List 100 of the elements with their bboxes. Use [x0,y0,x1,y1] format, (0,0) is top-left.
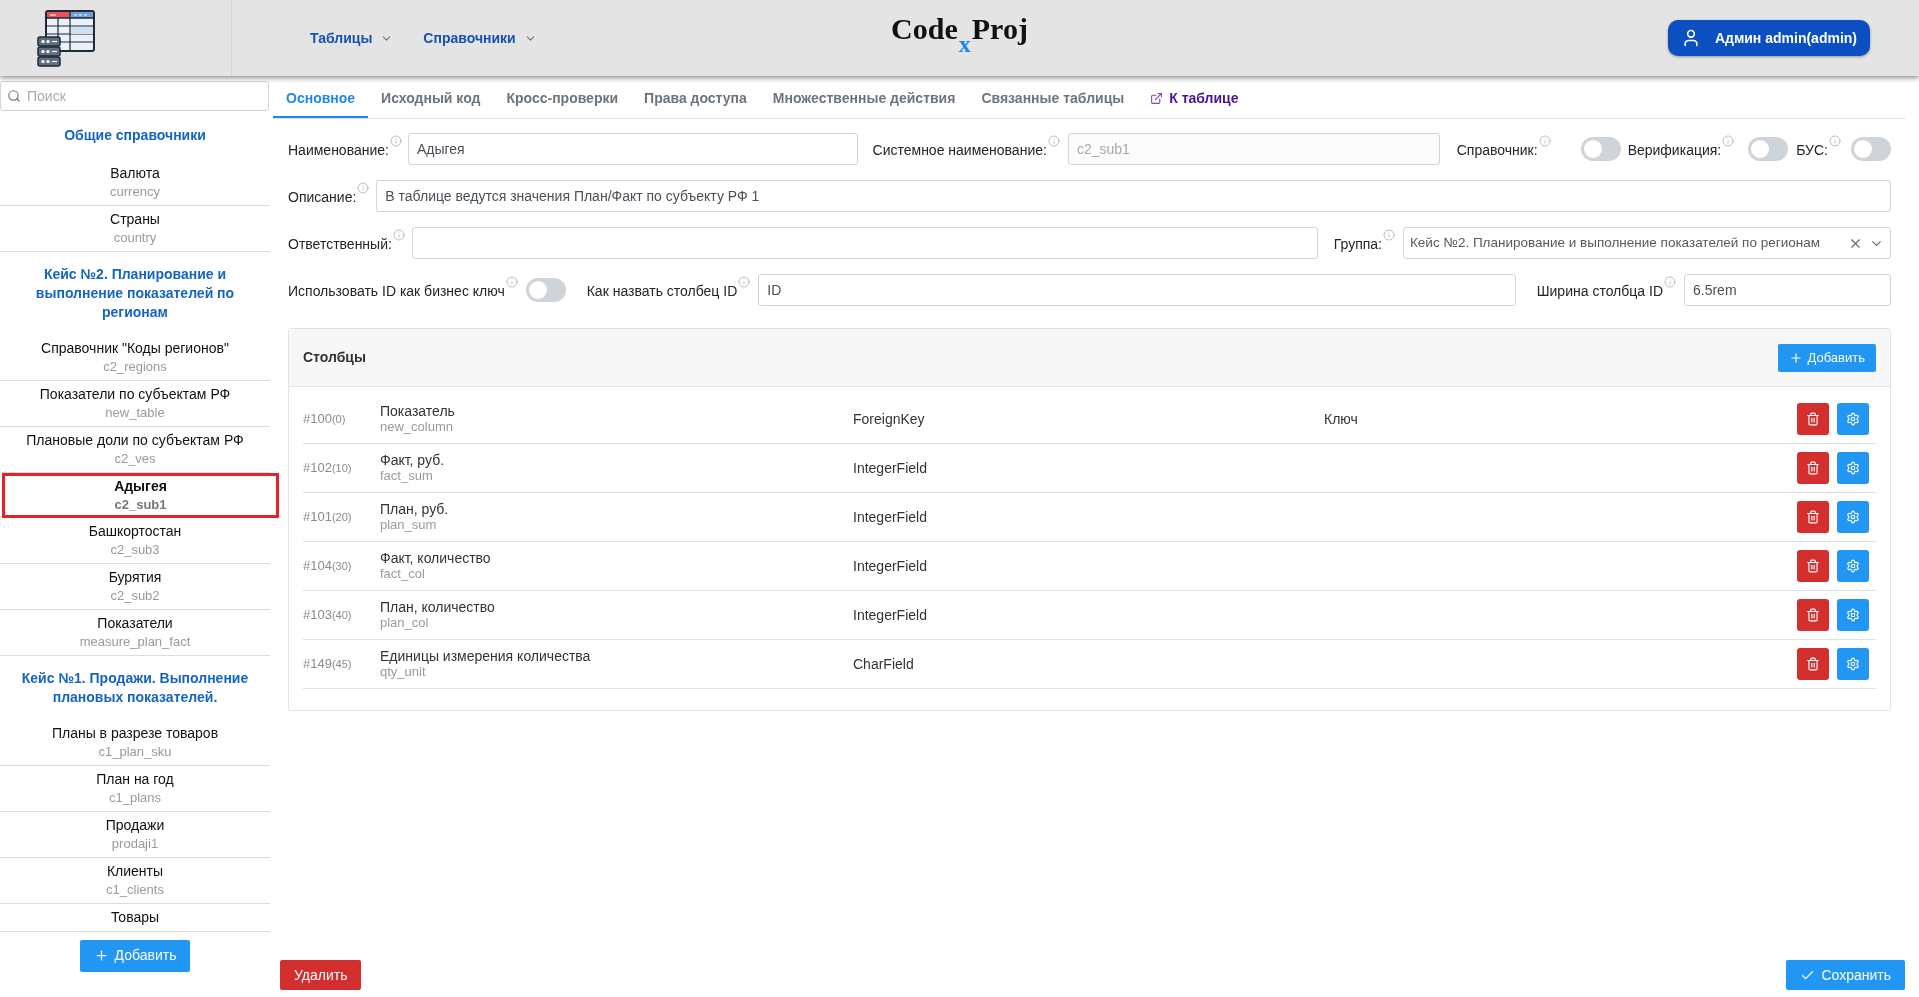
table-code: currency [110,182,160,201]
column-label: Показатель [380,403,455,419]
search-icon [7,89,21,103]
plus-icon [93,948,109,963]
sidebar-item[interactable]: Клиенты c1_clients [0,858,270,904]
settings-button[interactable] [1837,452,1869,484]
column-code: fact_col [380,566,425,582]
user-button[interactable]: Админ admin(admin) [1667,20,1870,56]
tab[interactable]: Права доступа [631,81,760,118]
table-name: Товары [110,908,160,927]
trash-icon [1806,412,1820,426]
table-name: Планы в разрезе товаров [51,724,219,743]
trash-icon [1806,461,1820,475]
column-type: IntegerField [853,605,927,625]
delete-button[interactable] [1797,452,1829,484]
table-name: План на год [96,770,174,789]
sidebar-item[interactable]: Показатели measure_plan_fact [0,610,270,656]
settings-button[interactable] [1837,501,1869,533]
column-code: plan_col [380,615,429,631]
group-title: Общие справочники [63,126,207,145]
table-name: Клиенты [106,862,164,881]
info-icon [505,276,518,288]
text-field[interactable]: В таблице ведутся значения План/Факт по субъекту РФ 1 [376,180,1891,212]
field-label: Верификация: [1627,141,1722,159]
info-icon [392,229,405,241]
settings-button[interactable] [1837,403,1869,435]
column-value: Ключ [1324,409,1358,429]
table-code: country [113,228,157,247]
delete-button[interactable] [1797,599,1829,631]
tab[interactable]: Кросс-проверки [493,81,632,118]
tab[interactable]: Исходный код [368,81,494,118]
settings-icon [1846,461,1860,475]
sidebar-item[interactable]: Страны country [0,206,270,252]
table-name: Валюта [110,164,160,183]
sidebar-item[interactable]: План на год c1_plans [0,766,270,812]
info-icon [1829,135,1841,147]
sidebar-item[interactable]: Продажи prodaji1 [0,812,270,858]
column-label: Единицы измерения количества [380,648,591,664]
sidebar-item[interactable]: Справочник "Коды регионов" c2_regions [0,335,270,381]
column-id: #103(40) [303,606,353,625]
group-title: Кейс №1. Продажи. Выполнение плановых показателей. [20,669,250,707]
panel-title: Столбцы [303,348,366,367]
sidebar-item[interactable]: Показатели по субъектам РФ new_table [0,381,270,427]
column-label: Факт, количество [380,550,491,566]
settings-icon [1846,510,1860,524]
table-name: Плановые доли по субъектам РФ [26,431,244,450]
column-type: CharField [853,654,914,674]
toggle-switch[interactable] [1851,137,1891,161]
delete-button[interactable] [1797,550,1829,582]
tab[interactable]: Связанные таблицы [968,81,1138,118]
tab[interactable]: Множественные действия [759,81,969,118]
info-icon [738,276,751,288]
settings-button[interactable] [1837,599,1869,631]
settings-icon [1846,608,1860,622]
info-icon [1047,135,1060,147]
table-code: c1_plans [108,788,161,807]
delete-button[interactable] [1797,501,1829,533]
toggle-switch[interactable] [1748,137,1789,161]
sidebar-item[interactable]: Товары [0,904,270,932]
delete-button[interactable] [1797,648,1829,680]
sidebar-item[interactable]: Башкортостан c2_sub3 [0,518,270,564]
delete-table-button[interactable]: Удалить [280,960,362,990]
toggle-switch[interactable] [1580,137,1621,161]
tab[interactable]: Основное [273,81,369,118]
column-id: #149(45) [303,655,353,674]
trash-icon [1806,559,1820,573]
search-field[interactable]: Поиск [0,81,269,111]
column-type: IntegerField [853,458,927,478]
table-code: c2_sub1 [114,495,167,514]
group-select[interactable]: Кейс №2. Планирование и выполнение показателей по регионам [1403,227,1891,259]
table-code: measure_plan_fact [79,632,191,651]
column-id: #104(30) [303,557,353,576]
external-link-icon [1150,92,1164,105]
sidebar-item[interactable]: Адыгея c2_sub1 [2,473,279,518]
table-name: Продажи [105,816,165,835]
group-title: Кейс №2. Планирование и выполнение показателей по регионам [34,265,236,322]
delete-button[interactable] [1797,403,1829,435]
table-name: Башкортостан [88,522,182,541]
column-id: #102(10) [303,459,353,478]
sidebar-item[interactable]: Планы в разрезе товаров c1_plan_sku [0,720,270,766]
info-icon [357,182,370,194]
settings-button[interactable] [1837,648,1869,680]
nav-menu[interactable]: Справочники [423,27,537,49]
text-field[interactable]: 6.5rem [1684,274,1891,306]
trash-icon [1806,510,1820,524]
settings-button[interactable] [1837,550,1869,582]
toggle-switch[interactable] [525,278,566,302]
field-label: Наименование: [288,141,389,159]
text-field[interactable]: ID [758,274,1516,306]
sidebar-item[interactable]: Бурятия c2_sub2 [0,564,270,610]
sidebar-item[interactable]: Валюта currency [0,160,270,206]
info-icon [1664,276,1676,288]
trash-icon [1806,608,1820,622]
text-field[interactable] [411,227,1318,259]
text-field[interactable]: Адыгея [407,133,858,165]
nav-menu[interactable]: Таблицы [310,27,394,49]
table-link[interactable]: К таблице [1137,81,1252,118]
column-type: IntegerField [853,556,927,576]
info-icon [389,135,402,147]
table-code: c1_clients [106,880,164,899]
